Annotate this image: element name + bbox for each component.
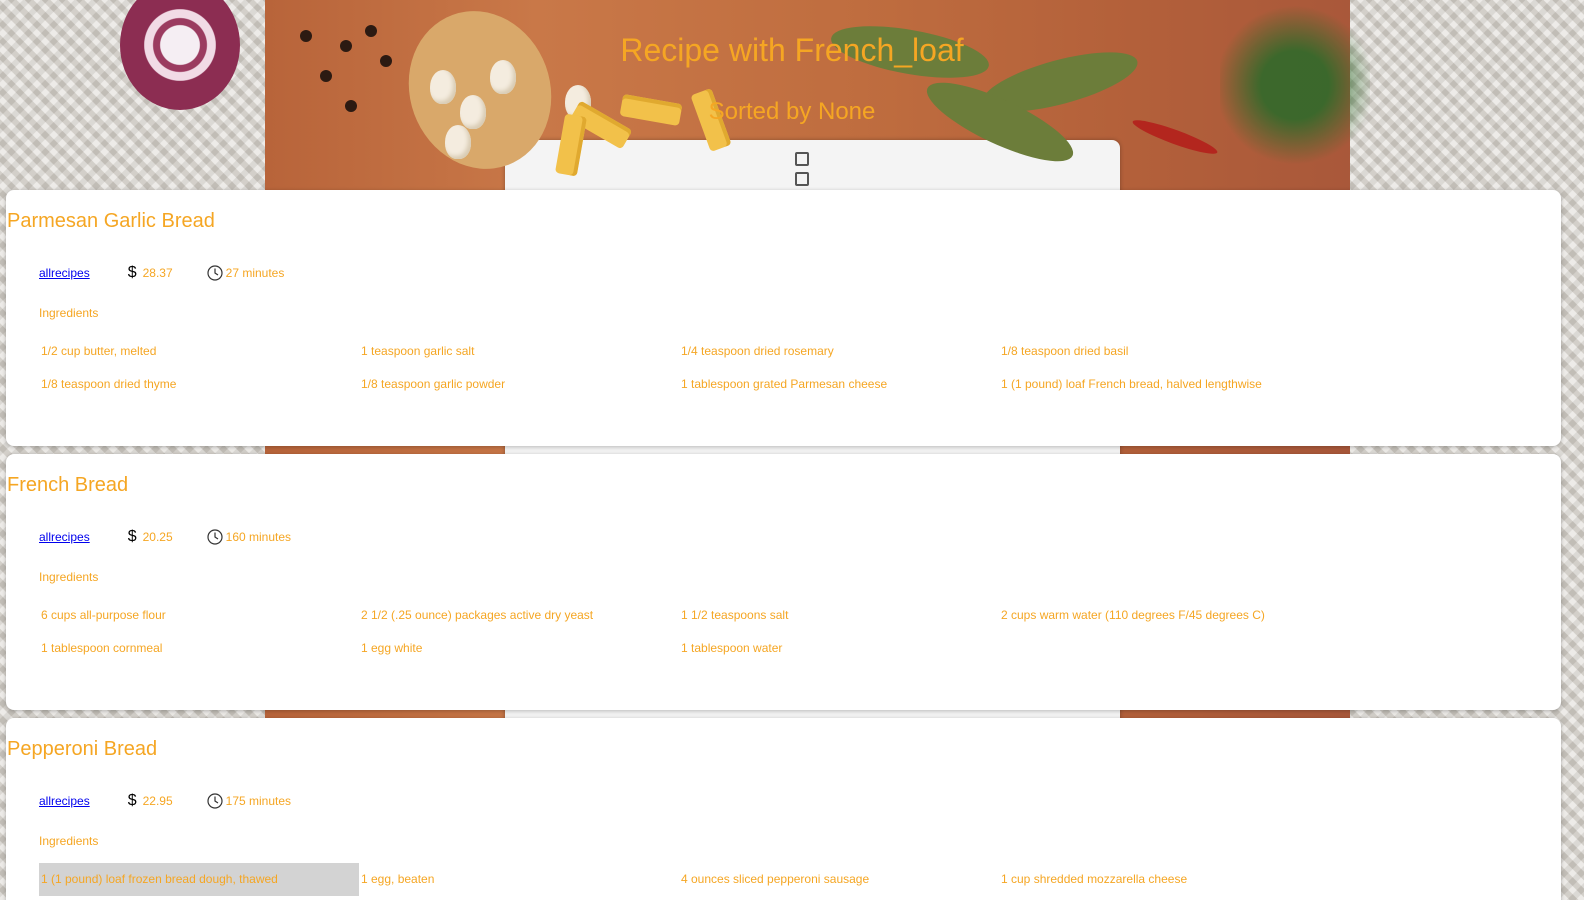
ingredient-item[interactable]: 1 egg white <box>359 632 679 665</box>
recipe-card-french-bread: French Bread allrecipes $ 20.25 160 minu… <box>6 454 1561 710</box>
recipe-meta: allrecipes $ 28.37 27 minutes <box>39 264 284 282</box>
price-value: 22.95 <box>142 794 173 808</box>
time-group: 27 minutes <box>207 265 285 281</box>
page: Recipe with French_loaf Sorted by None P… <box>0 0 1584 900</box>
ingredient-list: 1 (1 pound) loaf frozen bread dough, tha… <box>39 863 1319 896</box>
ingredients-heading: Ingredients <box>39 306 99 320</box>
time-group: 160 minutes <box>207 529 291 545</box>
page-header: Recipe with French_loaf Sorted by None <box>0 0 1584 190</box>
ingredient-item[interactable]: 1/8 teaspoon dried basil <box>999 335 1319 368</box>
recipe-meta: allrecipes $ 22.95 175 minutes <box>39 792 291 810</box>
ingredient-item[interactable]: 2 1/2 (.25 ounce) packages active dry ye… <box>359 599 679 632</box>
ingredients-heading: Ingredients <box>39 834 99 848</box>
ingredient-list: 1/2 cup butter, melted 1 teaspoon garlic… <box>39 335 1319 401</box>
ingredient-item[interactable]: 4 ounces sliced pepperoni sausage <box>679 863 999 896</box>
ingredient-item[interactable]: 1 egg, beaten <box>359 863 679 896</box>
ingredient-list: 6 cups all-purpose flour 2 1/2 (.25 ounc… <box>39 599 1319 665</box>
ingredient-item[interactable]: 1 tablespoon grated Parmesan cheese <box>679 368 999 401</box>
ingredient-item[interactable]: 6 cups all-purpose flour <box>39 599 359 632</box>
recipe-card-parmesan-garlic-bread: Parmesan Garlic Bread allrecipes $ 28.37… <box>6 190 1561 446</box>
page-title: Recipe with French_loaf <box>620 32 964 68</box>
time-value: 175 minutes <box>225 794 292 808</box>
ingredient-item[interactable]: 1 tablespoon cornmeal <box>39 632 359 665</box>
recipe-meta: allrecipes $ 20.25 160 minutes <box>39 528 291 546</box>
source-link[interactable]: allrecipes <box>39 530 90 544</box>
time-group: 175 minutes <box>207 793 291 809</box>
recipe-title: Pepperoni Bread <box>7 738 158 760</box>
ingredient-item[interactable]: 1 (1 pound) loaf French bread, halved le… <box>999 368 1319 401</box>
time-value: 27 minutes <box>225 266 285 280</box>
recipe-title: Parmesan Garlic Bread <box>7 210 215 232</box>
ingredient-item[interactable]: 1 tablespoon water <box>679 632 999 665</box>
source-link[interactable]: allrecipes <box>39 266 90 280</box>
clock-icon <box>207 265 223 281</box>
ingredient-item[interactable]: 1/8 teaspoon garlic powder <box>359 368 679 401</box>
price-group: $ 28.37 <box>128 264 173 282</box>
price-group: $ 20.25 <box>128 528 173 546</box>
price-group: $ 22.95 <box>128 792 173 810</box>
clock-icon <box>207 529 223 545</box>
sort-subtitle: Sorted by None <box>708 98 876 125</box>
price-value: 20.25 <box>142 530 173 544</box>
dollar-icon: $ <box>127 264 137 281</box>
recipe-title: French Bread <box>7 474 129 496</box>
ingredient-item[interactable]: 1 teaspoon garlic salt <box>359 335 679 368</box>
recipe-card-pepperoni-bread: Pepperoni Bread allrecipes $ 22.95 175 m… <box>6 718 1561 900</box>
dollar-icon: $ <box>127 792 137 809</box>
ingredients-heading: Ingredients <box>39 570 99 584</box>
ingredient-item[interactable]: 2 cups warm water (110 degrees F/45 degr… <box>999 599 1319 632</box>
price-value: 28.37 <box>142 266 173 280</box>
ingredient-item[interactable]: 1/2 cup butter, melted <box>39 335 359 368</box>
ingredient-item[interactable]: 1/4 teaspoon dried rosemary <box>679 335 999 368</box>
ingredient-item[interactable]: 1 cup shredded mozzarella cheese <box>999 863 1319 896</box>
time-value: 160 minutes <box>225 530 292 544</box>
ingredient-item[interactable]: 1 (1 pound) loaf frozen bread dough, tha… <box>39 863 359 896</box>
dollar-icon: $ <box>127 528 137 545</box>
ingredient-item[interactable]: 1 1/2 teaspoons salt <box>679 599 999 632</box>
source-link[interactable]: allrecipes <box>39 794 90 808</box>
ingredient-item[interactable]: 1/8 teaspoon dried thyme <box>39 368 359 401</box>
clock-icon <box>207 793 223 809</box>
